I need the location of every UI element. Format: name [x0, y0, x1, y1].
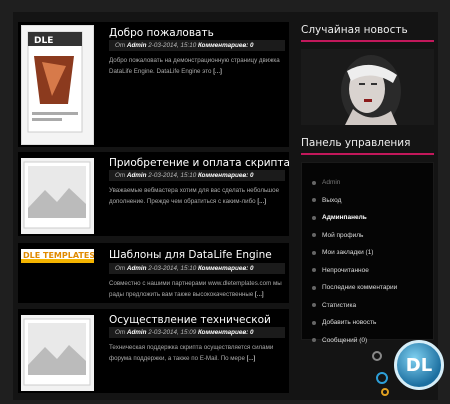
random-news-image[interactable]: [301, 49, 434, 125]
read-more-link[interactable]: [...]: [257, 198, 266, 205]
post-excerpt: Добро пожаловать на демонстрационную стр…: [109, 55, 285, 77]
menu-item[interactable]: Мой профиль: [312, 227, 430, 245]
menu-item-label: Мои закладки (1): [322, 249, 374, 257]
excerpt-text: Уважаемые вебмастера хотим для вас сдела…: [109, 187, 280, 205]
decor-ring: [372, 351, 382, 361]
post-title[interactable]: Осуществление технической: [109, 314, 271, 326]
portrait-image: [301, 49, 434, 125]
post-thumbnail[interactable]: DLE TEMPLATES.COM: [21, 249, 119, 263]
menu-item-label: Непрочитанное: [322, 266, 369, 274]
post-excerpt: Уважаемые вебмастера хотим для вас сдела…: [109, 185, 285, 207]
bullet-icon: [312, 338, 316, 343]
menu-item-label: Последние комментарии: [322, 284, 398, 292]
post-thumbnail[interactable]: [21, 158, 94, 234]
post-card: DLE Добро пожаловать От Admin 2-03-2014,…: [18, 22, 289, 147]
menu-item-label: Добавить новость: [322, 319, 377, 327]
post-card: DLE TEMPLATES.COM Шаблоны для DataLife E…: [18, 243, 289, 303]
banner-text: DLE TEMPLATES.COM: [23, 251, 94, 260]
menu-item-label: Мой профиль: [322, 231, 364, 239]
meta-date: 2-03-2014, 15:10: [148, 172, 197, 179]
meta-comments-label: Комментариев:: [197, 329, 249, 336]
post-excerpt: Совместно с нашими партнерами www.dletem…: [109, 278, 285, 300]
meta-on: От: [115, 329, 126, 336]
bullet-icon: [312, 268, 316, 273]
menu-item[interactable]: Добавить новость: [312, 314, 430, 332]
meta-comments-label: Комментариев:: [197, 265, 249, 272]
dle-box-label: DLE: [34, 36, 53, 46]
post-meta: От Admin 2-03-2014, 15:09 Комментариев: …: [109, 327, 285, 338]
meta-on: От: [115, 265, 126, 272]
meta-date: 2-03-2014, 15:10: [148, 42, 197, 49]
read-more-link[interactable]: [...]: [247, 355, 256, 362]
heading-underline: [301, 153, 434, 155]
menu-item-label: Статистика: [322, 301, 357, 309]
post-title[interactable]: Шаблоны для DataLife Engine: [109, 249, 272, 261]
meta-author[interactable]: Admin: [127, 42, 147, 49]
meta-author[interactable]: Admin: [127, 265, 147, 272]
bullet-icon: [312, 233, 316, 238]
post-card: Приобретение и оплата скрипта От Admin 2…: [18, 152, 290, 236]
control-panel-menu: Admin Выход Админпанель Мой профиль Мои закл…: [312, 174, 430, 349]
meta-comments-label: Комментариев:: [197, 42, 249, 49]
bullet-icon: [312, 180, 316, 185]
post-meta: От Admin 2-03-2014, 15:10 Комментариев: …: [109, 170, 285, 181]
control-panel-heading: Панель управления: [301, 137, 411, 149]
bullet-icon: [312, 198, 316, 203]
menu-item-label: Сообщений (0): [322, 336, 368, 344]
menu-item[interactable]: Admin: [312, 174, 430, 192]
random-news-heading: Случайная новость: [301, 24, 408, 36]
post-title[interactable]: Добро пожаловать: [109, 27, 214, 39]
meta-comments-count: 0: [250, 42, 254, 49]
meta-author[interactable]: Admin: [127, 329, 147, 336]
bullet-icon: [312, 320, 316, 325]
decor-ring: [376, 372, 388, 384]
menu-item[interactable]: Мои закладки (1): [312, 244, 430, 262]
meta-date: 2-03-2014, 15:10: [148, 265, 197, 272]
meta-author[interactable]: Admin: [127, 172, 147, 179]
meta-comments-count: 0: [250, 329, 254, 336]
post-thumbnail[interactable]: DLE: [21, 25, 94, 145]
read-more-link[interactable]: [...]: [213, 68, 222, 75]
placeholder-image: [23, 318, 91, 386]
meta-on: От: [115, 172, 126, 179]
dle-templates-banner: DLE TEMPLATES.COM: [21, 249, 119, 263]
menu-item-label: Admin: [322, 179, 341, 187]
post-title[interactable]: Приобретение и оплата скрипта: [109, 157, 290, 169]
menu-item[interactable]: Последние комментарии: [312, 279, 430, 297]
menu-item-label: Админпанель: [322, 214, 367, 222]
meta-on: От: [115, 42, 126, 49]
post-thumbnail[interactable]: [21, 315, 94, 391]
meta-date: 2-03-2014, 15:09: [148, 329, 197, 336]
read-more-link[interactable]: [...]: [255, 291, 264, 298]
meta-comments-count: 0: [250, 265, 254, 272]
menu-item[interactable]: Непрочитанное: [312, 262, 430, 280]
bullet-icon: [312, 285, 316, 290]
meta-comments-count: 0: [250, 172, 254, 179]
bullet-icon: [312, 215, 316, 220]
dle-logo[interactable]: DL: [394, 340, 444, 390]
placeholder-image: [23, 161, 91, 229]
bullet-icon: [312, 250, 316, 255]
heading-underline: [301, 40, 434, 42]
menu-item[interactable]: Статистика: [312, 297, 430, 315]
menu-item-label: Выход: [322, 196, 342, 204]
excerpt-text: Добро пожаловать на демонстрационную стр…: [109, 57, 280, 75]
post-excerpt: Техническая поддержка скрипта осуществля…: [109, 342, 285, 364]
menu-item[interactable]: Админпанель: [312, 209, 430, 227]
decor-ring: [381, 388, 389, 396]
bullet-icon: [312, 303, 316, 308]
post-card: Осуществление технической От Admin 2-03-…: [18, 309, 289, 393]
post-meta: От Admin 2-03-2014, 15:10 Комментариев: …: [109, 40, 285, 51]
dle-box-image: DLE: [27, 31, 83, 133]
menu-item[interactable]: Выход: [312, 192, 430, 210]
post-meta: От Admin 2-03-2014, 15:10 Комментариев: …: [109, 263, 285, 274]
meta-comments-label: Комментариев:: [197, 172, 249, 179]
